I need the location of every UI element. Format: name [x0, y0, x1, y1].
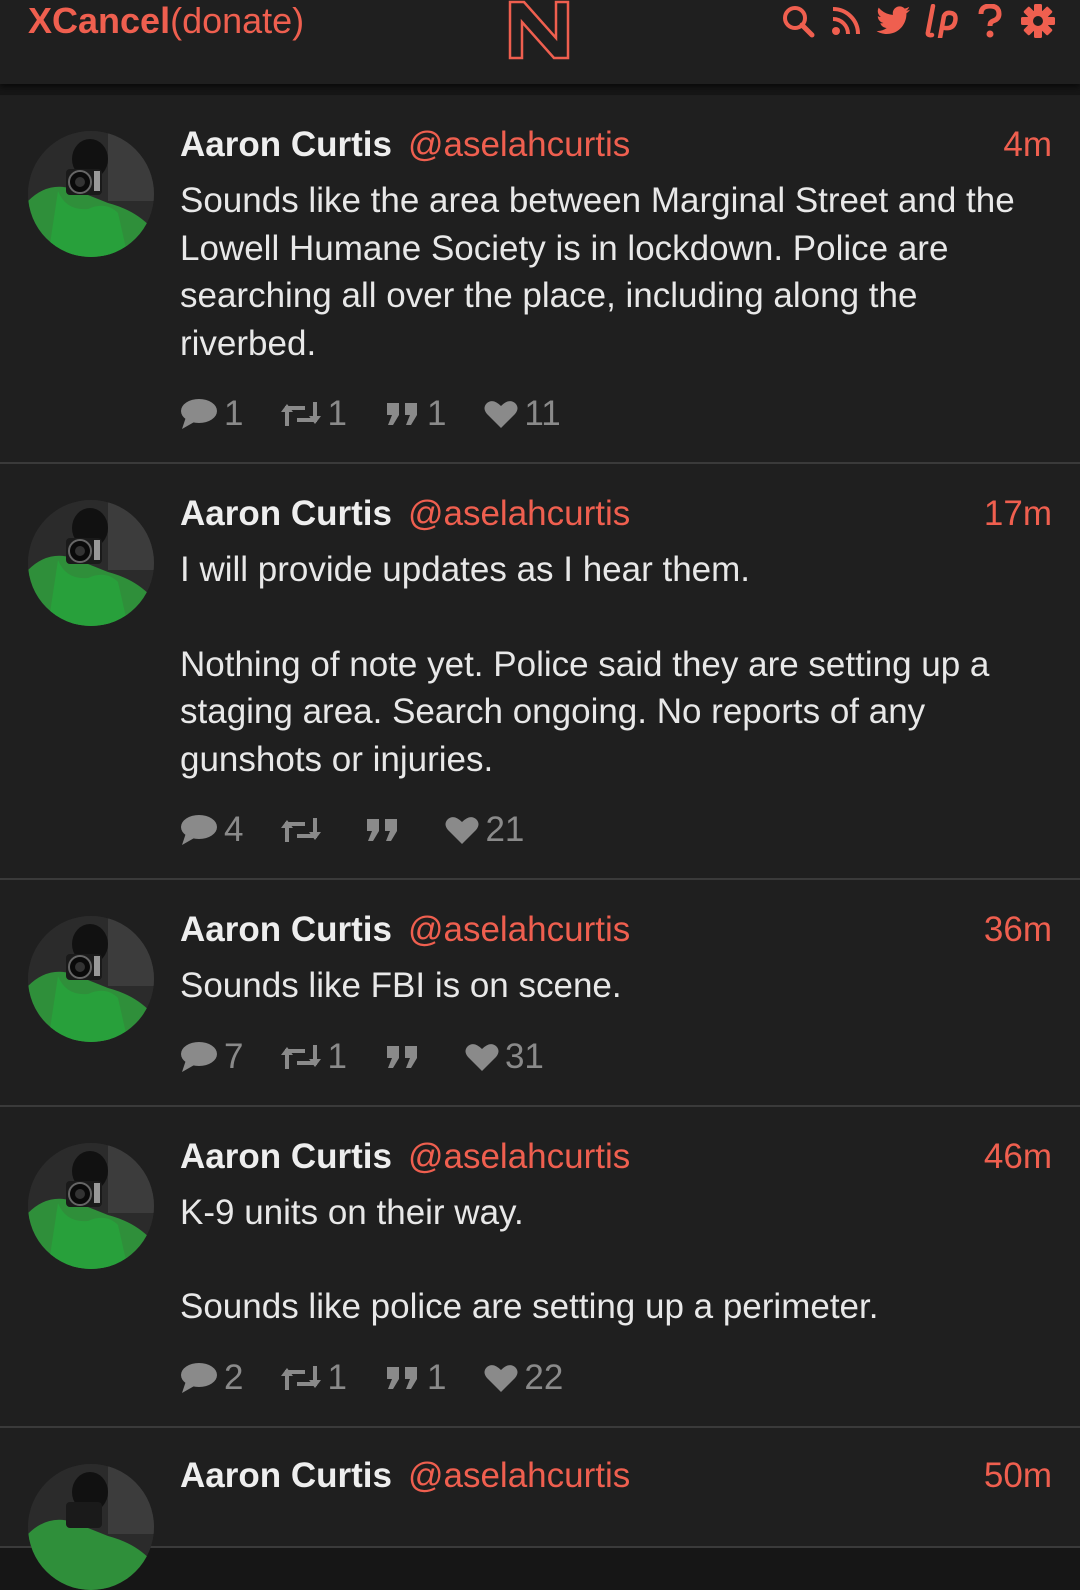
like-stat[interactable]: 11 — [484, 394, 561, 434]
reply-count: 4 — [224, 810, 244, 849]
retweet-icon — [281, 402, 322, 426]
author-handle[interactable]: @aselahcurtis — [408, 1456, 630, 1496]
retweet-icon — [281, 1365, 322, 1390]
help-icon[interactable] — [972, 3, 1008, 39]
quote-count: 1 — [426, 394, 447, 433]
reply-count: 2 — [224, 1357, 244, 1397]
like-count: 31 — [504, 1036, 544, 1076]
tweet-card[interactable]: Aaron Curtis @aselahcurtis 46m K-9 units… — [0, 1106, 1080, 1428]
retweet-icon — [281, 1044, 322, 1069]
liberapay-icon[interactable] — [924, 3, 960, 39]
tweet-content: Sounds like FBI is on scene. — [180, 962, 1052, 1010]
timeline-feed: Aaron Curtis @aselahcurtis 4m Sounds lik… — [0, 95, 1080, 1590]
nitter-logo[interactable] — [506, 0, 572, 60]
like-count: 21 — [485, 810, 525, 849]
tweet-paragraph: Sounds like the area between Marginal St… — [180, 181, 1015, 363]
reply-count: 7 — [224, 1036, 244, 1076]
retweet-icon — [281, 818, 322, 842]
avatar[interactable] — [28, 500, 154, 626]
comment-icon — [181, 815, 217, 845]
tweet-paragraph: I will provide updates as I hear them. — [180, 550, 751, 589]
site-brand-link[interactable]: XCancel(donate) — [28, 0, 304, 42]
twitter-bird-icon[interactable] — [876, 3, 912, 39]
heart-icon — [445, 817, 479, 844]
author-handle[interactable]: @aselahcurtis — [408, 125, 630, 165]
comment-icon — [181, 1041, 217, 1072]
quote-stat[interactable]: 1 — [385, 394, 446, 434]
avatar[interactable] — [28, 131, 154, 257]
heart-icon — [484, 401, 518, 428]
tweet-stats: 7 1 31 — [180, 1035, 1052, 1079]
author-name[interactable]: Aaron Curtis — [180, 494, 392, 534]
tweet-content: Sounds like the area between Marginal St… — [180, 177, 1052, 367]
avatar[interactable] — [28, 1463, 154, 1590]
tweet-content: K-9 units on their way. Sounds like poli… — [180, 1189, 1052, 1331]
author-handle[interactable]: @aselahcurtis — [408, 910, 630, 950]
quote-icon — [386, 1045, 417, 1068]
retweet-count: 1 — [327, 1357, 347, 1397]
quote-icon — [367, 819, 398, 841]
tweet-card[interactable]: Aaron Curtis @aselahcurtis 4m Sounds lik… — [0, 95, 1080, 464]
tweet-stats: 4 21 — [180, 808, 1052, 852]
retweet-stat[interactable]: 1 — [281, 394, 347, 434]
retweet-count: 1 — [327, 394, 347, 433]
tweet-paragraph: Sounds like FBI is on scene. — [180, 966, 622, 1005]
author-name[interactable]: Aaron Curtis — [180, 910, 392, 950]
reply-stat[interactable]: 2 — [180, 1358, 243, 1398]
tweet-content: I will provide updates as I hear them. N… — [180, 546, 1052, 783]
author-handle[interactable]: @aselahcurtis — [408, 494, 630, 534]
retweet-count: 1 — [327, 1036, 347, 1076]
quote-count: 1 — [426, 1357, 447, 1397]
tweet-time[interactable]: 46m — [984, 1137, 1052, 1177]
like-count: 11 — [524, 394, 561, 433]
author-name[interactable]: Aaron Curtis — [180, 1137, 392, 1177]
comment-icon — [181, 399, 217, 429]
heart-icon — [484, 1364, 518, 1392]
like-stat[interactable]: 22 — [484, 1358, 563, 1398]
tweet-paragraph: K-9 units on their way. — [180, 1192, 524, 1232]
retweet-stat[interactable]: 1 — [281, 1357, 347, 1398]
tweet-card[interactable]: Aaron Curtis @aselahcurtis 36m Sounds li… — [0, 880, 1080, 1107]
reply-stat[interactable]: 7 — [180, 1037, 243, 1077]
top-navigation-bar: XCancel(donate) — [0, 0, 1080, 84]
tweet-time[interactable]: 50m — [984, 1456, 1052, 1496]
reply-count: 1 — [224, 394, 244, 433]
tweet-card[interactable]: Aaron Curtis @aselahcurtis 17m I will pr… — [0, 464, 1080, 880]
tweet-stats: 2 1 1 22 — [180, 1356, 1052, 1400]
gear-icon[interactable] — [1020, 3, 1056, 39]
tweet-stats: 1 1 1 11 — [180, 392, 1052, 436]
quote-icon — [386, 1366, 417, 1389]
quote-stat[interactable]: 1 — [385, 1358, 446, 1398]
like-count: 22 — [524, 1357, 564, 1397]
rss-icon[interactable] — [828, 3, 864, 39]
tweet-paragraph: Sounds like police are setting up a peri… — [180, 1287, 879, 1326]
retweet-stat[interactable] — [281, 816, 327, 844]
tweet-card[interactable]: Aaron Curtis @aselahcurtis 50m — [0, 1427, 1080, 1590]
tweet-time[interactable]: 17m — [984, 494, 1052, 534]
brand-name[interactable]: XCancel — [28, 0, 170, 41]
search-icon[interactable] — [780, 3, 816, 39]
author-name[interactable]: Aaron Curtis — [180, 125, 392, 165]
reply-stat[interactable]: 1 — [180, 394, 243, 434]
donate-link[interactable]: (donate) — [170, 0, 304, 41]
tweet-time[interactable]: 36m — [984, 910, 1052, 950]
comment-icon — [181, 1362, 217, 1393]
quote-stat[interactable] — [385, 1044, 427, 1070]
like-stat[interactable]: 21 — [445, 810, 524, 850]
quote-stat[interactable] — [365, 817, 407, 843]
quote-icon — [386, 403, 417, 425]
retweet-stat[interactable]: 1 — [281, 1036, 347, 1077]
heart-icon — [465, 1043, 499, 1071]
tweet-paragraph: Nothing of note yet. Police said they ar… — [180, 644, 990, 779]
author-handle[interactable]: @aselahcurtis — [408, 1137, 630, 1177]
avatar[interactable] — [28, 1142, 154, 1269]
reply-stat[interactable]: 4 — [180, 810, 243, 850]
avatar[interactable] — [28, 916, 154, 1042]
author-name[interactable]: Aaron Curtis — [180, 1456, 392, 1496]
like-stat[interactable]: 31 — [465, 1037, 544, 1077]
tweet-time[interactable]: 4m — [1003, 125, 1052, 165]
